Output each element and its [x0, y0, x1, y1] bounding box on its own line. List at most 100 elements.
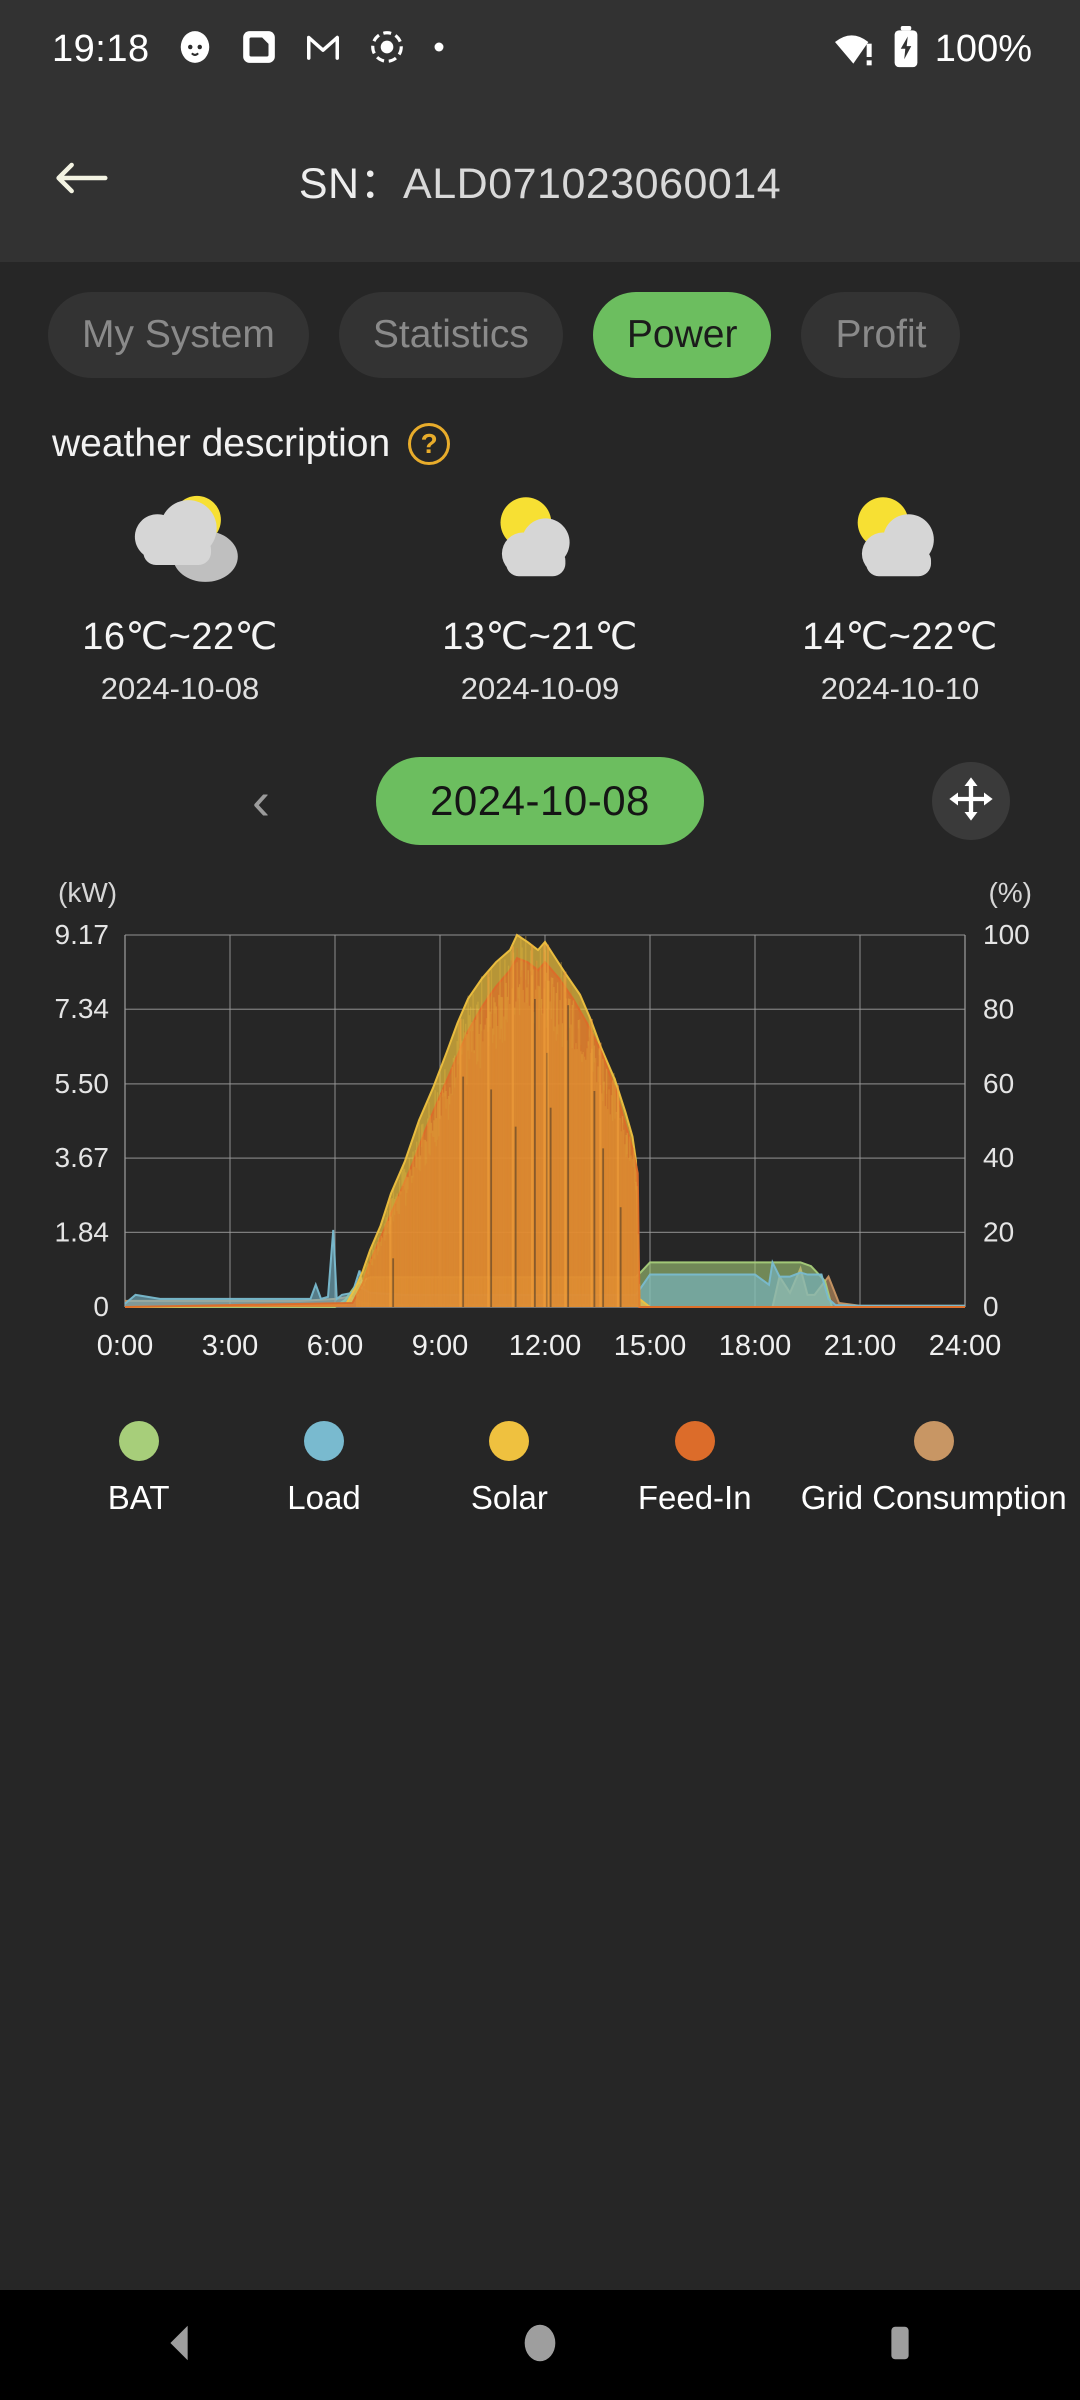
gmail-icon	[304, 28, 342, 71]
noise-bar	[418, 1169, 420, 1307]
noise-bar	[577, 1028, 580, 1307]
back-button[interactable]	[46, 145, 116, 215]
noise-bar	[552, 984, 554, 1307]
y2-axis-tick-label: 40	[983, 1142, 1014, 1173]
noise-bar	[371, 1265, 374, 1308]
noise-bar	[358, 1292, 360, 1307]
noise-bar	[476, 1064, 478, 1307]
noise-bar	[510, 960, 512, 1308]
power-chart[interactable]: (kW) (%) 0 1.84 3.67 5.50 7.34 9.17 0 20 40 60 80 1…	[0, 877, 1080, 1407]
noise-bar	[555, 1040, 558, 1307]
noise-bar	[478, 1034, 480, 1308]
nav-home-icon[interactable]	[517, 2320, 563, 2371]
weather-card: 14℃~22℃ 2024-10-10	[720, 486, 1080, 707]
noise-bar	[368, 1274, 370, 1308]
noise-bar	[364, 1282, 366, 1307]
streak	[487, 972, 490, 1308]
noise-bar	[558, 1019, 560, 1307]
legend-color-dot	[674, 1421, 715, 1461]
noise-bar	[445, 1108, 447, 1307]
streak	[459, 1018, 462, 1308]
x-axis-tick-label: 15:00	[614, 1330, 687, 1362]
nav-back-icon[interactable]	[157, 2320, 203, 2371]
streak-dark	[549, 1107, 552, 1308]
noise-bar	[435, 1146, 438, 1308]
chevron-left-icon[interactable]: ‹	[252, 774, 270, 828]
noise-bar	[625, 1156, 627, 1307]
noise-bar	[412, 1177, 414, 1308]
noise-bar	[438, 1136, 440, 1307]
noise-bar	[444, 1096, 446, 1307]
legend-item[interactable]: Solar	[417, 1421, 602, 1517]
tab-statistics[interactable]: Statistics	[338, 292, 563, 378]
tab-my-system[interactable]: My System	[48, 292, 309, 378]
streak	[616, 1085, 619, 1308]
noise-bar	[560, 977, 562, 1307]
question-mark-icon[interactable]: ?	[408, 423, 451, 465]
noise-bar	[605, 1094, 608, 1308]
legend-label: Grid Consumption	[800, 1479, 1067, 1516]
noise-bar	[583, 1052, 586, 1307]
streak-dark	[462, 1076, 465, 1307]
noise-bar	[527, 984, 529, 1307]
tab-bar: My System Statistics Power Profit	[0, 262, 1080, 378]
x-axis-tick-label: 0:00	[97, 1330, 153, 1362]
legend-item[interactable]: Feed-In	[602, 1421, 787, 1517]
noise-bar	[588, 1037, 591, 1307]
noise-bar	[581, 1061, 583, 1307]
noise-bar	[518, 1015, 521, 1308]
legend-item[interactable]: Grid Consumption	[787, 1421, 1080, 1517]
tab-power[interactable]: Power	[592, 292, 772, 378]
noise-bar	[416, 1167, 418, 1307]
noise-bar	[537, 967, 539, 1307]
noise-bar	[609, 1076, 611, 1307]
noise-bar	[407, 1189, 409, 1307]
page-title: SN：ALD071023060014	[0, 149, 1080, 211]
partly-cloudy-icon	[455, 486, 625, 596]
noise-bar	[540, 1014, 543, 1307]
noise-bar	[484, 1009, 487, 1307]
noise-bar	[362, 1284, 364, 1308]
y-axis-tick-label: 7.34	[55, 993, 110, 1024]
nav-recents-icon[interactable]	[877, 2320, 923, 2371]
streak	[389, 1198, 392, 1308]
current-date-pill[interactable]: 2024-10-08	[376, 757, 704, 845]
noise-bar	[491, 1042, 494, 1308]
noise-bar	[378, 1251, 380, 1308]
y-axis-tick-label: 0	[93, 1291, 109, 1322]
noise-bar	[414, 1156, 417, 1307]
tab-profit[interactable]: Profit	[801, 292, 961, 378]
noise-bar	[417, 1152, 419, 1308]
noise-bar	[570, 986, 572, 1308]
noise-bar	[525, 979, 527, 1308]
fullscreen-toggle-button[interactable]	[932, 762, 1010, 840]
noise-bar	[604, 1083, 607, 1308]
y-axis-tick-label: 1.84	[55, 1216, 110, 1247]
streak-dark	[602, 1148, 605, 1308]
noise-bar	[559, 991, 561, 1308]
noise-bar	[403, 1189, 406, 1307]
noise-bar	[376, 1255, 379, 1307]
weather-temp: 13℃~21℃	[442, 616, 638, 658]
x-axis-tick-label: 24:00	[929, 1330, 1002, 1362]
noise-bar	[635, 1190, 637, 1308]
noise-bar	[431, 1136, 434, 1307]
noise-bar	[466, 1084, 468, 1307]
noise-bar	[569, 1027, 571, 1308]
noise-bar	[434, 1142, 436, 1308]
noise-bar	[480, 1031, 483, 1308]
back-arrow-icon	[53, 158, 109, 203]
noise-bar	[479, 1068, 482, 1308]
weather-date: 2024-10-09	[460, 671, 620, 706]
noise-bar	[509, 987, 511, 1308]
noise-bar	[429, 1155, 431, 1308]
noise-bar	[627, 1126, 630, 1307]
noise-bar	[395, 1203, 397, 1308]
noise-bar	[441, 1096, 444, 1307]
noise-bar	[422, 1137, 424, 1307]
legend-item[interactable]: BAT	[46, 1421, 231, 1517]
noise-bar	[440, 1098, 442, 1307]
noise-bar	[387, 1233, 390, 1307]
noise-bar	[621, 1123, 624, 1308]
legend-item[interactable]: Load	[231, 1421, 416, 1517]
